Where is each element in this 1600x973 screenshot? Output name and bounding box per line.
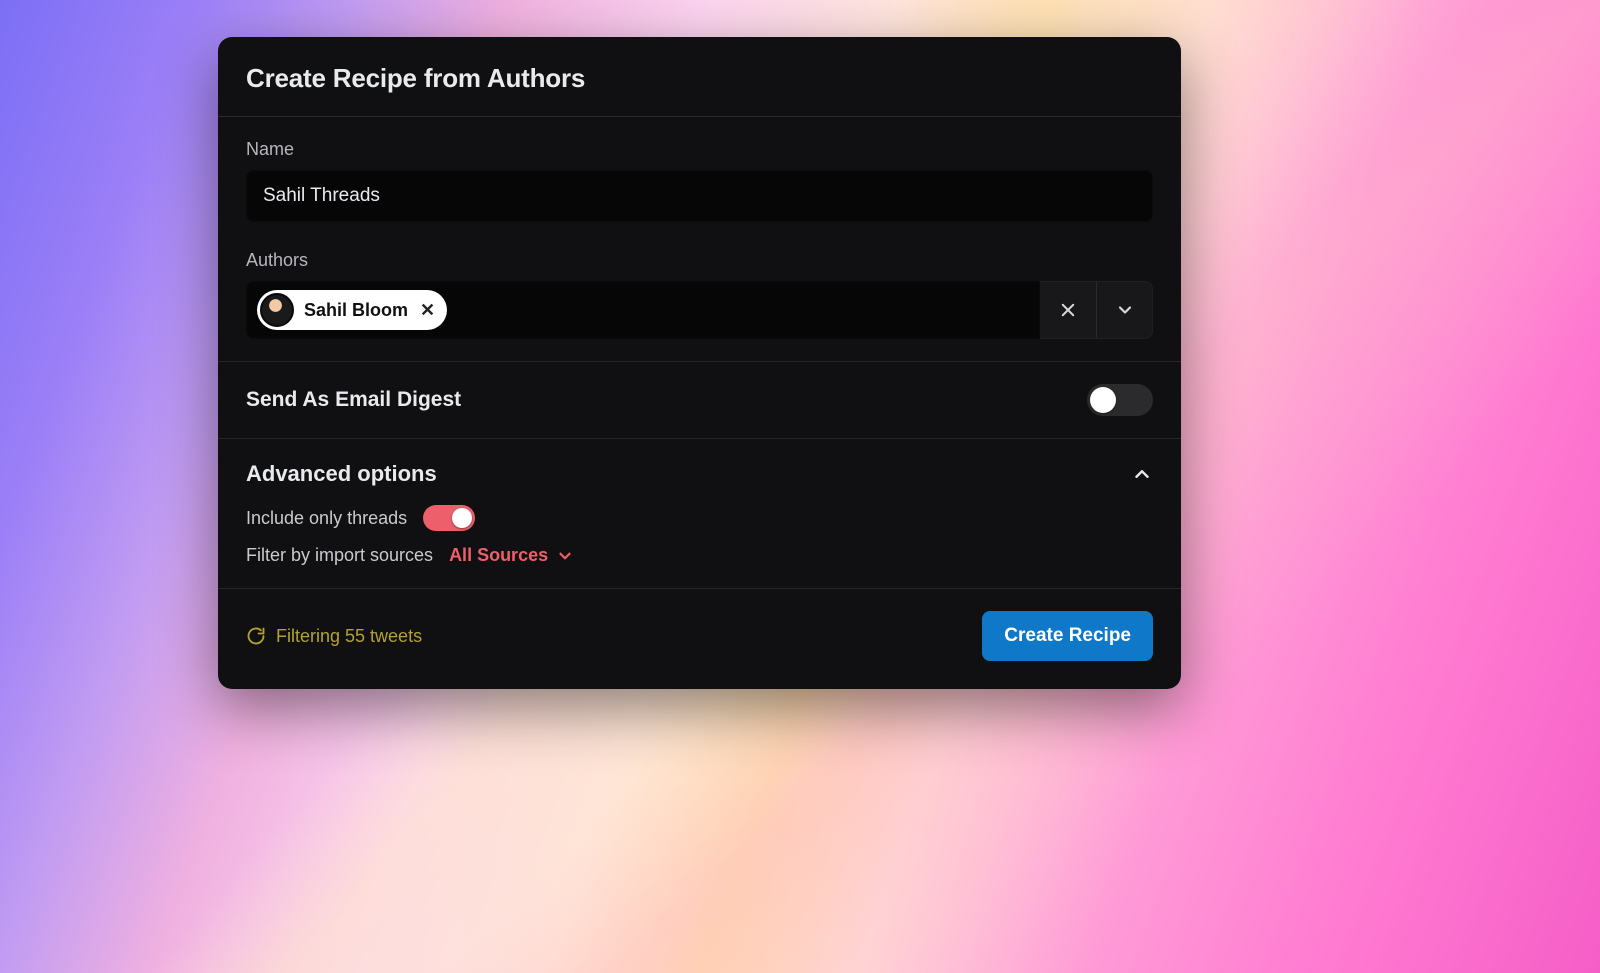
- modal-title: Create Recipe from Authors: [246, 63, 1153, 94]
- name-section: Name: [218, 117, 1181, 244]
- chevron-up-icon: [1131, 463, 1153, 485]
- create-recipe-button[interactable]: Create Recipe: [982, 611, 1153, 661]
- open-dropdown-button[interactable]: [1096, 282, 1152, 338]
- modal-footer: Filtering 55 tweets Create Recipe: [218, 588, 1181, 689]
- chip-remove-icon[interactable]: ✕: [418, 301, 437, 319]
- toggle-knob: [1090, 387, 1116, 413]
- include-threads-toggle[interactable]: [423, 505, 475, 531]
- authors-section: Authors Sahil Bloom ✕: [218, 244, 1181, 362]
- chevron-down-icon: [1115, 300, 1135, 320]
- filter-status-text: Filtering 55 tweets: [276, 626, 422, 647]
- filter-sources-dropdown[interactable]: All Sources: [449, 545, 574, 566]
- toggle-knob: [452, 508, 472, 528]
- modal-header: Create Recipe from Authors: [218, 37, 1181, 117]
- authors-select-input[interactable]: Sahil Bloom ✕: [246, 281, 1040, 339]
- authors-select[interactable]: Sahil Bloom ✕: [246, 281, 1153, 339]
- clear-all-button[interactable]: [1040, 282, 1096, 338]
- name-label: Name: [246, 139, 1153, 160]
- advanced-header[interactable]: Advanced options: [246, 461, 1153, 487]
- include-threads-row: Include only threads: [246, 505, 1153, 531]
- include-threads-label: Include only threads: [246, 508, 407, 529]
- advanced-section: Advanced options Include only threads Fi…: [218, 439, 1181, 588]
- author-chip: Sahil Bloom ✕: [257, 290, 447, 330]
- close-icon: [1059, 301, 1077, 319]
- filter-status: Filtering 55 tweets: [246, 626, 422, 647]
- advanced-title: Advanced options: [246, 461, 437, 487]
- email-digest-label: Send As Email Digest: [246, 388, 461, 412]
- filter-sources-value: All Sources: [449, 545, 548, 566]
- author-chip-label: Sahil Bloom: [304, 300, 408, 321]
- name-input[interactable]: [246, 170, 1153, 222]
- email-digest-toggle[interactable]: [1087, 384, 1153, 416]
- create-recipe-modal: Create Recipe from Authors Name Authors …: [218, 37, 1181, 689]
- filter-sources-label: Filter by import sources: [246, 545, 433, 566]
- refresh-icon: [246, 626, 266, 646]
- authors-select-actions: [1040, 281, 1153, 339]
- filter-sources-row: Filter by import sources All Sources: [246, 545, 1153, 566]
- email-digest-section: Send As Email Digest: [218, 362, 1181, 439]
- chevron-down-icon: [556, 547, 574, 565]
- author-avatar: [260, 293, 294, 327]
- authors-label: Authors: [246, 250, 1153, 271]
